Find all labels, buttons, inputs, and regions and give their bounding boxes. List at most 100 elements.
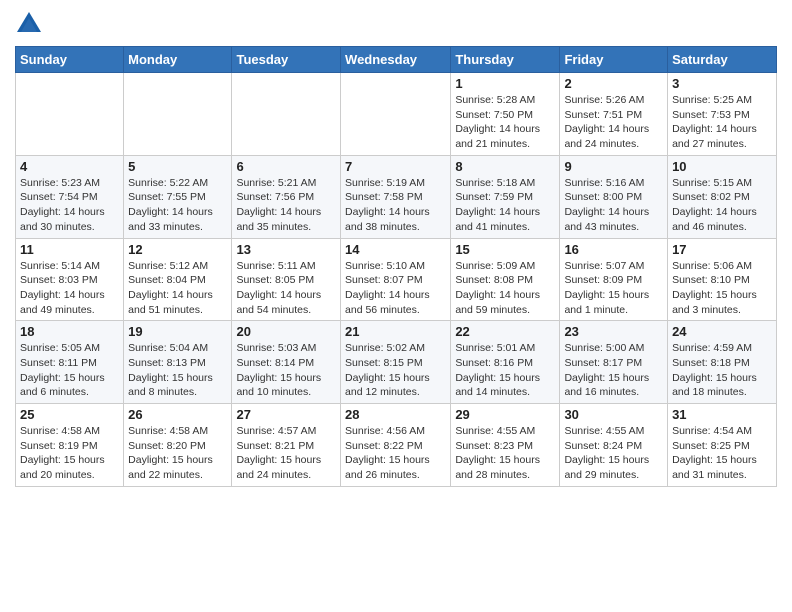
day-info: Sunrise: 5:04 AM Sunset: 8:13 PM Dayligh… <box>128 341 227 400</box>
day-info: Sunrise: 4:59 AM Sunset: 8:18 PM Dayligh… <box>672 341 772 400</box>
calendar-cell: 23Sunrise: 5:00 AM Sunset: 8:17 PM Dayli… <box>560 321 668 404</box>
day-number: 7 <box>345 159 446 174</box>
day-info: Sunrise: 5:15 AM Sunset: 8:02 PM Dayligh… <box>672 176 772 235</box>
day-number: 16 <box>564 242 663 257</box>
day-number: 11 <box>20 242 119 257</box>
calendar-week-4: 18 Sunrise: 5:05 AM Sunset: 8:11 PM Dayli… <box>16 321 777 404</box>
logo-icon <box>15 10 43 38</box>
header-cell-friday: Friday <box>560 47 668 73</box>
header-cell-wednesday: Wednesday <box>341 47 451 73</box>
calendar-week-2: 4 Sunrise: 5:23 AM Sunset: 7:54 PM Daylig… <box>16 155 777 238</box>
calendar-cell: 14 Sunrise: 5:10 AM Sunset: 8:07 PM Dayli… <box>341 238 451 321</box>
calendar-cell: 18 Sunrise: 5:05 AM Sunset: 8:11 PM Dayli… <box>16 321 124 404</box>
day-info: Sunrise: 5:16 AM Sunset: 8:00 PM Dayligh… <box>564 176 663 235</box>
day-info: Sunrise: 5:25 AM Sunset: 7:53 PM Dayligh… <box>672 93 772 152</box>
calendar-cell: 3 Sunrise: 5:25 AM Sunset: 7:53 PM Daylig… <box>668 73 777 156</box>
day-number: 21 <box>345 324 446 339</box>
day-info: Sunrise: 5:10 AM Sunset: 8:07 PM Dayligh… <box>345 259 446 318</box>
day-number: 20 <box>236 324 336 339</box>
calendar-cell: 16 Sunrise: 5:07 AM Sunset: 8:09 PM Dayli… <box>560 238 668 321</box>
calendar-cell: 7 Sunrise: 5:19 AM Sunset: 7:58 PM Daylig… <box>341 155 451 238</box>
calendar-cell: 1 Sunrise: 5:28 AM Sunset: 7:50 PM Daylig… <box>451 73 560 156</box>
day-info: Sunrise: 5:06 AM Sunset: 8:10 PM Dayligh… <box>672 259 772 318</box>
calendar-cell: 12 Sunrise: 5:12 AM Sunset: 8:04 PM Dayli… <box>124 238 232 321</box>
day-info: Sunrise: 5:07 AM Sunset: 8:09 PM Dayligh… <box>564 259 663 318</box>
calendar-cell: 21 Sunrise: 5:02 AM Sunset: 8:15 PM Dayli… <box>341 321 451 404</box>
calendar-week-1: 1 Sunrise: 5:28 AM Sunset: 7:50 PM Daylig… <box>16 73 777 156</box>
day-number: 5 <box>128 159 227 174</box>
calendar-cell: 2 Sunrise: 5:26 AM Sunset: 7:51 PM Daylig… <box>560 73 668 156</box>
day-info: Sunrise: 5:28 AM Sunset: 7:50 PM Dayligh… <box>455 93 555 152</box>
day-info: Sunrise: 4:55 AM Sunset: 8:24 PM Dayligh… <box>564 424 663 483</box>
header-cell-monday: Monday <box>124 47 232 73</box>
day-number: 17 <box>672 242 772 257</box>
day-number: 9 <box>564 159 663 174</box>
day-info: Sunrise: 5:12 AM Sunset: 8:04 PM Dayligh… <box>128 259 227 318</box>
day-number: 14 <box>345 242 446 257</box>
calendar-cell <box>341 73 451 156</box>
day-info: Sunrise: 5:21 AM Sunset: 7:56 PM Dayligh… <box>236 176 336 235</box>
day-info: Sunrise: 5:26 AM Sunset: 7:51 PM Dayligh… <box>564 93 663 152</box>
day-number: 22 <box>455 324 555 339</box>
calendar-cell: 5 Sunrise: 5:22 AM Sunset: 7:55 PM Daylig… <box>124 155 232 238</box>
page: SundayMondayTuesdayWednesdayThursdayFrid… <box>0 0 792 497</box>
calendar-cell: 26 Sunrise: 4:58 AM Sunset: 8:20 PM Dayli… <box>124 404 232 487</box>
day-number: 12 <box>128 242 227 257</box>
day-info: Sunrise: 5:23 AM Sunset: 7:54 PM Dayligh… <box>20 176 119 235</box>
calendar-cell: 6Sunrise: 5:21 AM Sunset: 7:56 PM Daylig… <box>232 155 341 238</box>
day-number: 31 <box>672 407 772 422</box>
calendar-cell <box>232 73 341 156</box>
day-number: 15 <box>455 242 555 257</box>
calendar-cell: 20Sunrise: 5:03 AM Sunset: 8:14 PM Dayli… <box>232 321 341 404</box>
calendar-cell: 30 Sunrise: 4:55 AM Sunset: 8:24 PM Dayli… <box>560 404 668 487</box>
calendar-cell: 10 Sunrise: 5:15 AM Sunset: 8:02 PM Dayli… <box>668 155 777 238</box>
day-info: Sunrise: 5:19 AM Sunset: 7:58 PM Dayligh… <box>345 176 446 235</box>
calendar-table: SundayMondayTuesdayWednesdayThursdayFrid… <box>15 46 777 487</box>
calendar-week-3: 11Sunrise: 5:14 AM Sunset: 8:03 PM Dayli… <box>16 238 777 321</box>
calendar-cell: 13Sunrise: 5:11 AM Sunset: 8:05 PM Dayli… <box>232 238 341 321</box>
header-cell-sunday: Sunday <box>16 47 124 73</box>
calendar-week-5: 25 Sunrise: 4:58 AM Sunset: 8:19 PM Dayli… <box>16 404 777 487</box>
day-info: Sunrise: 4:54 AM Sunset: 8:25 PM Dayligh… <box>672 424 772 483</box>
calendar-cell: 8Sunrise: 5:18 AM Sunset: 7:59 PM Daylig… <box>451 155 560 238</box>
day-number: 25 <box>20 407 119 422</box>
calendar-cell: 19 Sunrise: 5:04 AM Sunset: 8:13 PM Dayli… <box>124 321 232 404</box>
day-number: 4 <box>20 159 119 174</box>
day-number: 8 <box>455 159 555 174</box>
day-number: 29 <box>455 407 555 422</box>
calendar-cell: 25 Sunrise: 4:58 AM Sunset: 8:19 PM Dayli… <box>16 404 124 487</box>
calendar-cell: 24 Sunrise: 4:59 AM Sunset: 8:18 PM Dayli… <box>668 321 777 404</box>
calendar-cell: 27 Sunrise: 4:57 AM Sunset: 8:21 PM Dayli… <box>232 404 341 487</box>
day-number: 30 <box>564 407 663 422</box>
day-info: Sunrise: 5:01 AM Sunset: 8:16 PM Dayligh… <box>455 341 555 400</box>
day-info: Sunrise: 4:57 AM Sunset: 8:21 PM Dayligh… <box>236 424 336 483</box>
day-number: 3 <box>672 76 772 91</box>
day-info: Sunrise: 5:22 AM Sunset: 7:55 PM Dayligh… <box>128 176 227 235</box>
day-number: 26 <box>128 407 227 422</box>
day-info: Sunrise: 5:05 AM Sunset: 8:11 PM Dayligh… <box>20 341 119 400</box>
calendar-cell: 15Sunrise: 5:09 AM Sunset: 8:08 PM Dayli… <box>451 238 560 321</box>
day-number: 24 <box>672 324 772 339</box>
header-cell-tuesday: Tuesday <box>232 47 341 73</box>
header-row: SundayMondayTuesdayWednesdayThursdayFrid… <box>16 47 777 73</box>
day-info: Sunrise: 5:02 AM Sunset: 8:15 PM Dayligh… <box>345 341 446 400</box>
day-number: 28 <box>345 407 446 422</box>
calendar-cell: 31 Sunrise: 4:54 AM Sunset: 8:25 PM Dayli… <box>668 404 777 487</box>
logo <box>15 10 47 38</box>
day-number: 27 <box>236 407 336 422</box>
calendar-cell: 29 Sunrise: 4:55 AM Sunset: 8:23 PM Dayli… <box>451 404 560 487</box>
day-number: 19 <box>128 324 227 339</box>
day-info: Sunrise: 4:58 AM Sunset: 8:19 PM Dayligh… <box>20 424 119 483</box>
day-number: 18 <box>20 324 119 339</box>
calendar-cell: 9 Sunrise: 5:16 AM Sunset: 8:00 PM Daylig… <box>560 155 668 238</box>
calendar-cell <box>124 73 232 156</box>
calendar-cell: 4 Sunrise: 5:23 AM Sunset: 7:54 PM Daylig… <box>16 155 124 238</box>
calendar-cell <box>16 73 124 156</box>
day-number: 10 <box>672 159 772 174</box>
day-info: Sunrise: 4:58 AM Sunset: 8:20 PM Dayligh… <box>128 424 227 483</box>
day-number: 2 <box>564 76 663 91</box>
day-info: Sunrise: 4:55 AM Sunset: 8:23 PM Dayligh… <box>455 424 555 483</box>
day-number: 13 <box>236 242 336 257</box>
day-info: Sunrise: 5:00 AM Sunset: 8:17 PM Dayligh… <box>564 341 663 400</box>
day-number: 1 <box>455 76 555 91</box>
